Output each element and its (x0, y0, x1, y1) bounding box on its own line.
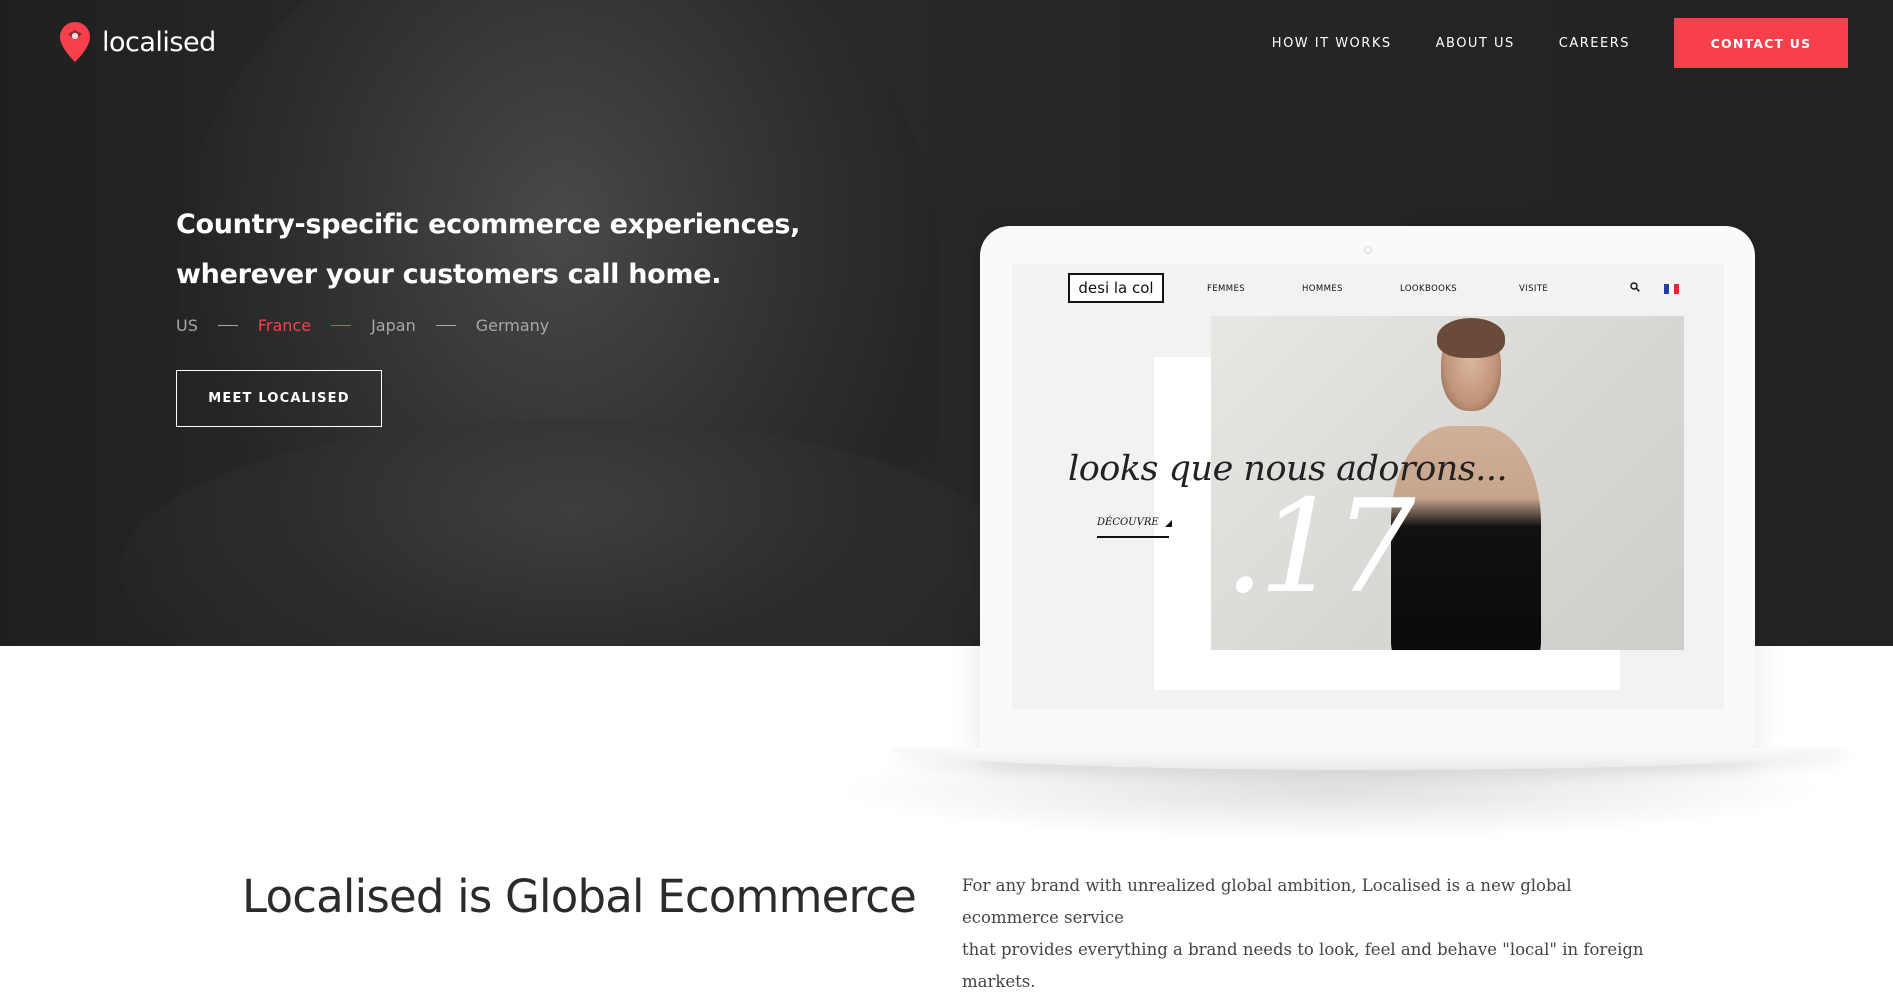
contact-us-button[interactable]: CONTACT US (1674, 18, 1848, 68)
arrow-icon (1165, 520, 1172, 527)
country-germany[interactable]: Germany (476, 316, 550, 335)
nav-careers[interactable]: CAREERS (1559, 36, 1630, 51)
nav-about-us[interactable]: ABOUT US (1436, 36, 1515, 51)
site-slogan: looks que nous adorons... (1068, 449, 1508, 489)
brand-name: localised (102, 26, 216, 58)
search-icon (1630, 282, 1640, 292)
site-nav-hommes: HOMMES (1302, 284, 1343, 294)
location-pin-icon (60, 22, 90, 62)
model-hair (1437, 318, 1505, 358)
decouvre-link: DÉCOUVRE (1097, 517, 1169, 538)
site-logo: desi la col (1068, 273, 1164, 303)
intro-body: For any brand with unrealized global amb… (962, 870, 1662, 998)
laptop-camera-icon (1364, 246, 1372, 254)
france-flag-icon (1664, 284, 1679, 294)
site-nav-lookbooks: LOOKBOOKS (1400, 284, 1458, 294)
country-separator-active (331, 325, 352, 326)
country-selector: US France Japan Germany (176, 316, 549, 335)
country-separator (217, 325, 238, 326)
hero-headline-line2: wherever your customers call home. (176, 259, 722, 290)
country-france[interactable]: France (258, 316, 311, 335)
intro-title: Localised is Global Ecommerce (242, 870, 917, 923)
intro-body-line2: that provides everything a brand needs t… (962, 940, 1644, 991)
country-separator (435, 325, 456, 326)
top-nav: HOW IT WORKS ABOUT US CAREERS CONTACT US (1272, 18, 1893, 68)
brand-logo[interactable]: localised (60, 22, 216, 62)
laptop-mockup: desi la col FEMMES HOMMES LOOKBOOKS VISI… (980, 226, 1755, 754)
meet-localised-button[interactable]: MEET LOCALISED (176, 370, 382, 427)
nav-how-it-works[interactable]: HOW IT WORKS (1272, 36, 1392, 51)
laptop-screen: desi la col FEMMES HOMMES LOOKBOOKS VISI… (1012, 264, 1724, 710)
site-nav-femmes: FEMMES (1207, 284, 1246, 294)
issue-number: .17 (1224, 473, 1416, 622)
hero-headline: Country-specific ecommerce experiences, … (176, 200, 816, 300)
country-us[interactable]: US (176, 316, 198, 335)
hero-headline-line1: Country-specific ecommerce experiences, (176, 209, 801, 240)
country-japan[interactable]: Japan (371, 316, 416, 335)
site-nav-visite: VISITE (1519, 284, 1549, 294)
intro-body-line1: For any brand with unrealized global amb… (962, 876, 1572, 927)
